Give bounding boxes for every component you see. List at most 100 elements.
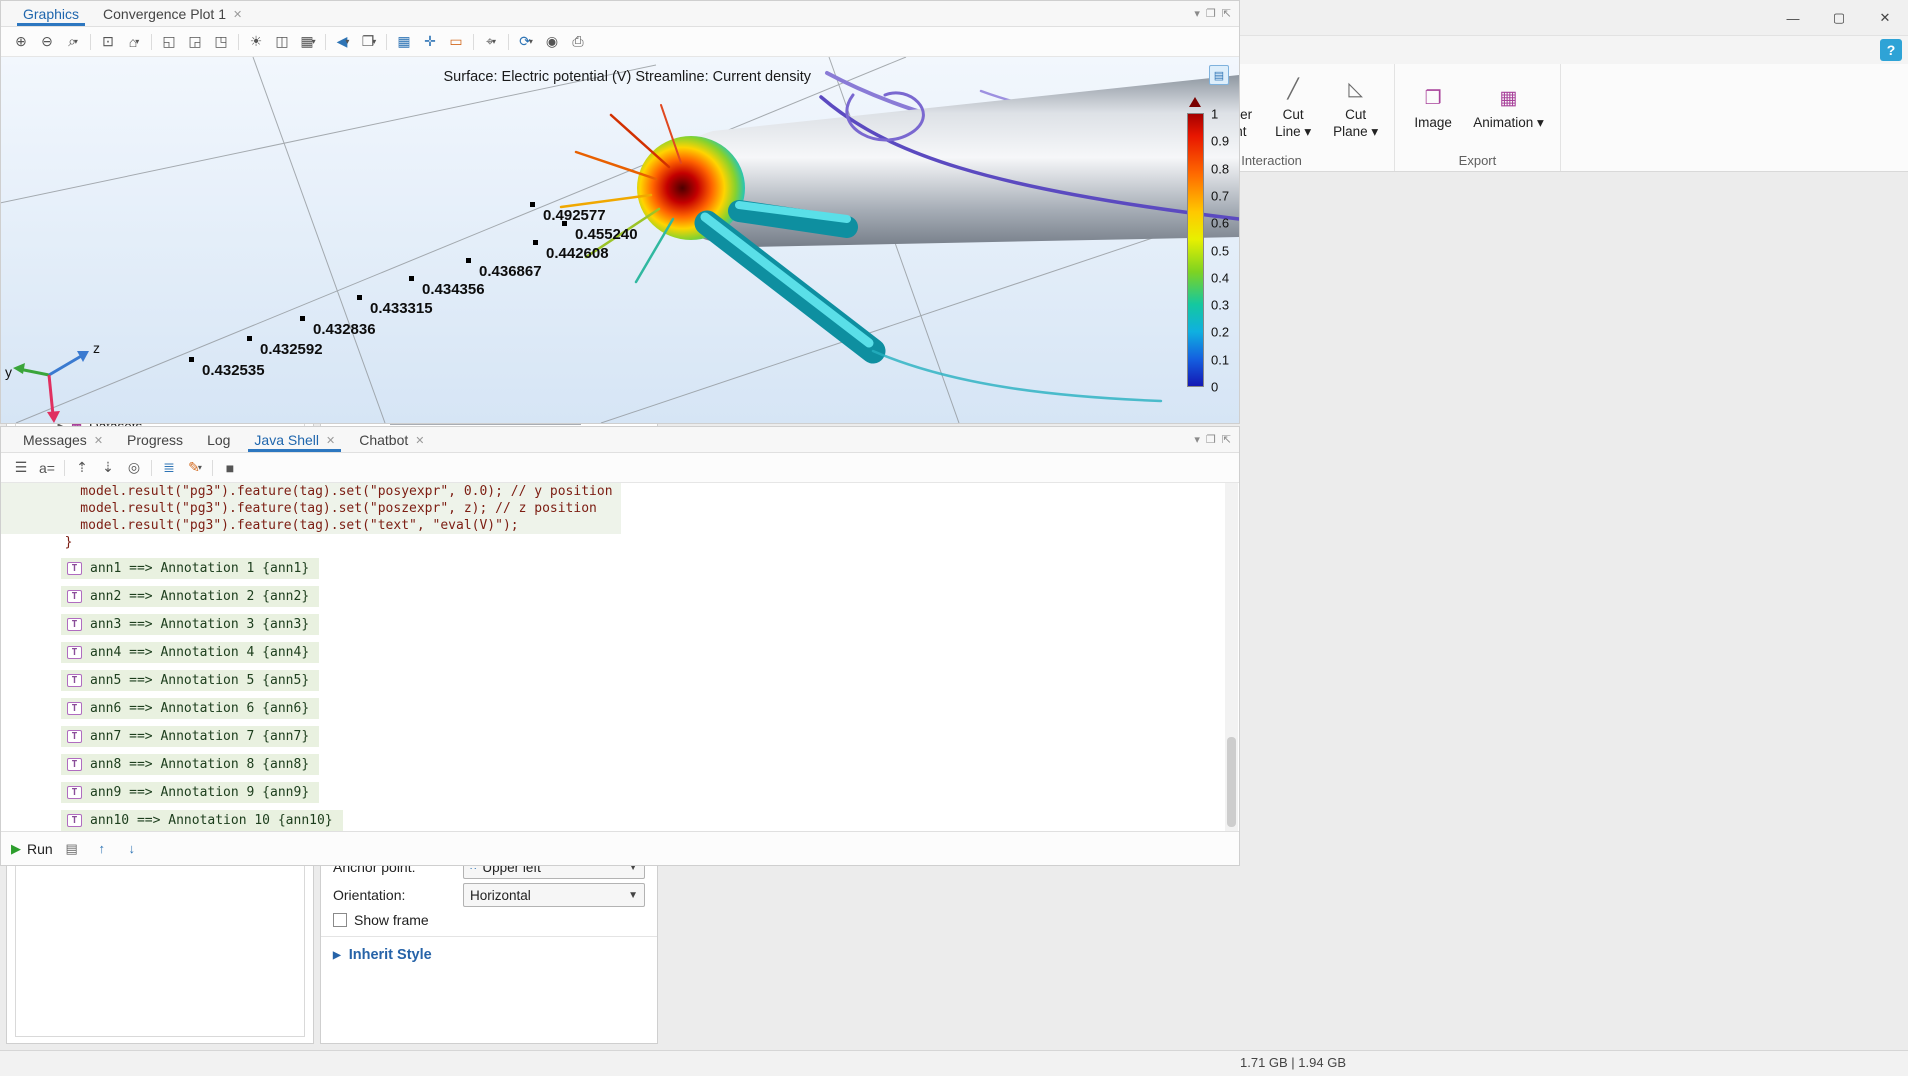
plot-annotation-8: 0.432592 bbox=[260, 341, 323, 358]
show-frame-checkbox[interactable]: Show frame bbox=[333, 912, 645, 928]
go-to-yz-view-icon[interactable]: ◲ bbox=[183, 32, 207, 52]
show-axes-icon[interactable]: ✛ bbox=[418, 32, 442, 52]
toolbar-separator bbox=[90, 34, 91, 50]
animation-button[interactable]: ▦Animation ▾ bbox=[1467, 80, 1550, 136]
shell-result-text: ann6 ==> Annotation 6 {ann6} bbox=[90, 701, 309, 716]
go-to-default-view-icon[interactable]: ⌂▾ bbox=[122, 32, 146, 52]
clear-shell-icon[interactable]: ✎▾ bbox=[183, 458, 207, 478]
show-last-icon[interactable]: ◎ bbox=[122, 458, 146, 478]
tab-graphics[interactable]: Graphics bbox=[11, 2, 91, 26]
color-legend bbox=[1187, 113, 1204, 387]
shell-result-row: Tann4 ==> Annotation 4 {ann4} bbox=[1, 635, 1239, 663]
console-mode-icon[interactable]: ▤ bbox=[61, 839, 83, 859]
tab-log[interactable]: Log bbox=[195, 428, 242, 452]
maximize-button[interactable]: ▢ bbox=[1816, 0, 1862, 36]
tab-java-shell[interactable]: Java Shell✕ bbox=[242, 428, 347, 452]
toolbar-separator bbox=[151, 460, 152, 476]
help-button[interactable]: ? bbox=[1880, 39, 1902, 61]
annotation-icon: T bbox=[67, 674, 82, 687]
collapse-sections-icon[interactable]: ⇣ bbox=[96, 458, 120, 478]
ruler-icon[interactable]: ▭ bbox=[444, 32, 468, 52]
wireframe-icon[interactable]: ▦▾ bbox=[296, 32, 320, 52]
expand-sections-icon[interactable]: ⇡ bbox=[70, 458, 94, 478]
pin-panel-icon[interactable]: ⇱ bbox=[1222, 7, 1231, 20]
float-panel-icon[interactable]: ❐ bbox=[1206, 7, 1216, 20]
snapshot-icon[interactable]: ◉ bbox=[540, 32, 564, 52]
zoom-out-icon[interactable]: ⊖ bbox=[35, 32, 59, 52]
tab-label: Graphics bbox=[23, 6, 79, 22]
orientation-label: Orientation: bbox=[333, 887, 457, 903]
line-numbers-icon[interactable]: ≣ bbox=[157, 458, 181, 478]
shell-format-icon[interactable]: ☰ bbox=[9, 458, 33, 478]
zoom-box-icon[interactable]: ⌕▾ bbox=[61, 32, 85, 52]
annotation-icon: T bbox=[67, 814, 82, 827]
close-button[interactable]: ✕ bbox=[1862, 0, 1908, 36]
history-down-icon[interactable]: ↓ bbox=[121, 839, 143, 859]
transparency-toggle-icon[interactable]: ◫ bbox=[270, 32, 294, 52]
color-legend-tick: 0.6 bbox=[1211, 216, 1239, 231]
window-controls: —▢✕ bbox=[1770, 0, 1908, 36]
shell-result-row: Tann1 ==> Annotation 1 {ann1} bbox=[1, 551, 1239, 579]
update-plot-icon[interactable]: ⟳▾ bbox=[514, 32, 538, 52]
zoom-extents-icon[interactable]: ⊡ bbox=[96, 32, 120, 52]
console-scrollbar[interactable] bbox=[1225, 483, 1238, 831]
section-inherit-style[interactable]: ▶Inherit Style bbox=[333, 947, 645, 963]
mouse-mode-icon[interactable]: ◀▾ bbox=[331, 32, 355, 52]
shell-result-row: Tann2 ==> Annotation 2 {ann2} bbox=[1, 579, 1239, 607]
pin-panel-icon[interactable]: ⇱ bbox=[1222, 433, 1231, 446]
ribbon-group-export: ❐Image▦Animation ▾ Export bbox=[1395, 64, 1561, 171]
select-menu-icon[interactable]: ⌖▾ bbox=[479, 32, 503, 52]
history-up-icon[interactable]: ↑ bbox=[91, 839, 113, 859]
show-variables-icon[interactable]: a= bbox=[35, 458, 59, 478]
close-tab-icon[interactable]: ✕ bbox=[233, 8, 242, 21]
tab-label: Progress bbox=[127, 432, 183, 448]
shell-result-row: Tann9 ==> Annotation 9 {ann9} bbox=[1, 775, 1239, 803]
shell-result-text: ann1 ==> Annotation 1 {ann1} bbox=[90, 561, 309, 576]
float-panel-icon[interactable]: ❐ bbox=[1206, 433, 1216, 446]
close-tab-icon[interactable]: ✕ bbox=[94, 434, 103, 447]
print-icon[interactable]: ⎙ bbox=[566, 32, 590, 52]
shell-result-text: ann10 ==> Annotation 10 {ann10} bbox=[90, 813, 333, 828]
shell-result-text: ann5 ==> Annotation 5 {ann5} bbox=[90, 673, 309, 688]
scrollbar-thumb[interactable] bbox=[1227, 737, 1236, 827]
panel-menu-icon[interactable]: ▾ bbox=[1194, 7, 1200, 20]
graphics-tabs: Graphics Convergence Plot 1✕ bbox=[11, 2, 254, 26]
tab-convergence-plot-1[interactable]: Convergence Plot 1✕ bbox=[91, 2, 254, 26]
close-tab-icon[interactable]: ✕ bbox=[326, 434, 335, 447]
console-tabs: Messages✕ Progress LogJava Shell✕Chatbot✕ bbox=[11, 428, 437, 452]
dropdown-caret-icon: ▾ bbox=[492, 37, 496, 46]
cut-plane-button[interactable]: ◺Cut Plane ▾ bbox=[1327, 72, 1384, 145]
cut-line-button[interactable]: ╱Cut Line ▾ bbox=[1265, 72, 1321, 145]
graphics-context-icon[interactable]: ▤ bbox=[1209, 65, 1229, 85]
tab-chatbot[interactable]: Chatbot✕ bbox=[347, 428, 436, 452]
show-grid-icon[interactable]: ▦ bbox=[392, 32, 416, 52]
shell-code-line: } bbox=[1, 534, 1239, 551]
play-icon: ▶ bbox=[11, 841, 21, 857]
color-legend-tick: 0.3 bbox=[1211, 298, 1239, 313]
close-tab-icon[interactable]: ✕ bbox=[415, 434, 424, 447]
run-button[interactable]: ▶ Run bbox=[11, 841, 53, 857]
minimize-button[interactable]: — bbox=[1770, 0, 1816, 36]
color-legend-tick: 0.7 bbox=[1211, 188, 1239, 203]
tab-progress[interactable]: Progress bbox=[115, 428, 195, 452]
dropdown-caret-icon: ▾ bbox=[312, 37, 316, 46]
plot-annotation-9: 0.432535 bbox=[202, 362, 265, 379]
toolbar-separator bbox=[151, 34, 152, 50]
graphics-canvas[interactable]: y z x Surface: Electric potential (V) St… bbox=[1, 57, 1239, 423]
java-shell-output[interactable]: model.result("pg3").feature(tag).set("po… bbox=[1, 483, 1239, 831]
console-tab-row: Messages✕ProgressLogJava Shell✕Chatbot✕ … bbox=[1, 427, 1239, 453]
toolbar-separator bbox=[238, 34, 239, 50]
image-button[interactable]: ❐Image bbox=[1405, 80, 1461, 136]
ribbon-group-label: Export bbox=[1395, 152, 1560, 171]
zoom-in-icon[interactable]: ⊕ bbox=[9, 32, 33, 52]
shell-result-row: Tann6 ==> Annotation 6 {ann6} bbox=[1, 691, 1239, 719]
tab-messages[interactable]: Messages✕ bbox=[11, 428, 115, 452]
go-to-zx-view-icon[interactable]: ◳ bbox=[209, 32, 233, 52]
window-settings-icon[interactable]: ❐▾ bbox=[357, 32, 381, 52]
orientation-select[interactable]: Horizontal▼ bbox=[463, 883, 645, 907]
shell-result-text: ann9 ==> Annotation 9 {ann9} bbox=[90, 785, 309, 800]
go-to-xy-view-icon[interactable]: ◱ bbox=[157, 32, 181, 52]
stop-icon: ■ bbox=[218, 458, 242, 478]
panel-menu-icon[interactable]: ▾ bbox=[1194, 433, 1200, 446]
scene-light-icon[interactable]: ☀ bbox=[244, 32, 268, 52]
